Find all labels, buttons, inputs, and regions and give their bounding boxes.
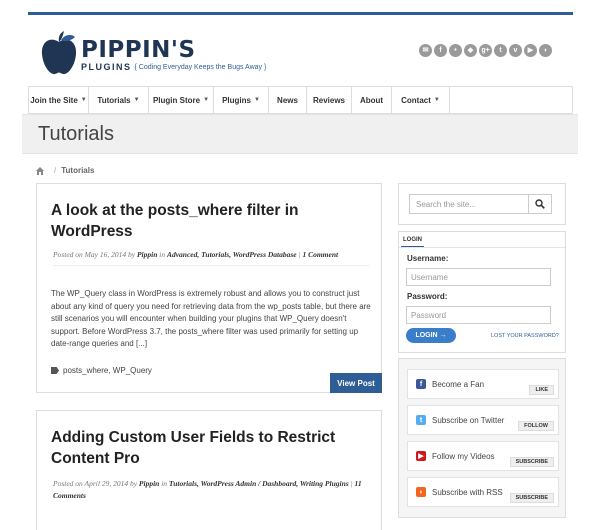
nav-item-label: Plugin Store (152, 95, 201, 105)
post-author[interactable]: Pippin (137, 250, 157, 259)
tab-divider (399, 247, 565, 248)
social-row-text: Subscribe with RSS (432, 488, 503, 497)
post-meta: Posted on May 16, 2014 by Pippin in Adva… (53, 249, 369, 266)
social-action-button[interactable]: LIKE (529, 385, 554, 395)
vimeo-icon[interactable]: v (509, 44, 522, 57)
main-nav: Join the Site ▼ Tutorials ▼ Plugin Store ▼ Plu… (28, 86, 573, 114)
logo-tagline: { Coding Everyday Keeps the Bugs Away } (134, 63, 267, 71)
facebook-icon: f (416, 379, 426, 389)
nav-item-label: About (359, 95, 384, 105)
post-comments[interactable]: 1 Comment (302, 250, 338, 259)
caret-down-icon: ▼ (433, 97, 440, 103)
nav-item-label: Plugins (222, 95, 251, 105)
nav-item-plugins[interactable]: Plugins ▼ (214, 87, 269, 113)
nav-item-plugin-store[interactable]: Plugin Store ▼ (149, 87, 214, 113)
social-widget: f Become a Fan LIKE t Subscribe on Twitter FO… (398, 358, 566, 518)
social-row[interactable]: t Subscribe on Twitter FOLLOW (407, 405, 559, 435)
nav-item-contact[interactable]: Contact ▼ (392, 87, 450, 113)
google-plus-icon[interactable]: g+ (479, 44, 492, 57)
breadcrumb-separator: / (54, 166, 57, 175)
logo-plugins: PLUGINS (81, 62, 132, 72)
search-input[interactable]: Search the site... (409, 194, 529, 214)
youtube-icon[interactable]: ▶ (524, 44, 537, 57)
post-meta: Posted on April 29, 2014 by Pippin in Tu… (53, 479, 362, 500)
page-title: Tutorials (38, 123, 114, 145)
page-title-band: Tutorials (22, 114, 578, 154)
post-title[interactable]: Adding Custom User Fields to Restrict Co… (51, 427, 351, 469)
social-action-button[interactable]: FOLLOW (518, 421, 554, 431)
post-excerpt: The WP_Query class in WordPress is extre… (51, 289, 371, 348)
youtube-icon: ▶ (416, 451, 426, 461)
social-action-button[interactable]: SUBSCRIBE (509, 457, 554, 467)
top-accent-bar (28, 12, 573, 15)
lost-password-link[interactable]: LOST YOUR PASSWORD? (491, 333, 559, 339)
breadcrumb-current: Tutorials (61, 166, 95, 175)
breadcrumb: / Tutorials (36, 166, 94, 175)
github-icon[interactable]: ◆ (464, 44, 477, 57)
post-in: in (159, 250, 166, 259)
post-date: Posted on May 16, 2014 by (53, 250, 136, 259)
twitter-icon[interactable]: t (494, 44, 507, 57)
post-card: Adding Custom User Fields to Restrict Co… (36, 410, 382, 530)
nav-item-tutorials[interactable]: Tutorials ▼ (89, 87, 149, 113)
email-icon[interactable]: ✉ (419, 44, 432, 57)
social-row[interactable]: ▶ Follow my Videos SUBSCRIBE (407, 441, 559, 471)
login-button[interactable]: LOGIN → (406, 328, 456, 343)
social-row[interactable]: f Become a Fan LIKE (407, 369, 559, 399)
post-title[interactable]: A look at the posts_where filter in Word… (51, 200, 351, 242)
social-row[interactable]: ◗ Subscribe with RSS SUBSCRIBE (407, 477, 559, 507)
tag-icon (51, 367, 59, 374)
twitter-icon: t (416, 415, 426, 425)
search-button[interactable] (528, 194, 552, 214)
username-label: Username: (407, 254, 449, 263)
nav-item-label: News (277, 95, 298, 105)
home-icon[interactable] (36, 166, 44, 175)
nav-item-join-the-site[interactable]: Join the Site ▼ (29, 87, 89, 113)
flickr-icon[interactable]: • (449, 44, 462, 57)
view-post-button[interactable]: View Post (330, 373, 382, 393)
caret-down-icon: ▼ (253, 97, 260, 103)
search-widget: Search the site... (398, 183, 566, 225)
post-in: in (161, 479, 168, 488)
caret-down-icon: ▼ (80, 97, 87, 103)
rss-icon: ◗ (416, 487, 426, 497)
search-icon (535, 199, 545, 209)
nav-item-label: Contact (401, 95, 431, 105)
facebook-icon[interactable]: f (434, 44, 447, 57)
nav-item-reviews[interactable]: Reviews (307, 87, 352, 113)
nav-item-label: Reviews (312, 95, 346, 105)
site-logo[interactable]: PIPPIN'S PLUGINS { Coding Everyday Keeps… (40, 24, 266, 76)
nav-item-about[interactable]: About (352, 87, 392, 113)
rss-icon[interactable]: ◗ (539, 44, 552, 57)
social-action-button[interactable]: SUBSCRIBE (509, 493, 554, 503)
login-tab[interactable]: LOGIN (401, 234, 424, 248)
password-label: Password: (407, 292, 448, 301)
social-links: ✉ f • ◆ g+ t v ▶ ◗ (419, 44, 552, 57)
nav-item-label: Tutorials (97, 95, 131, 105)
caret-down-icon: ▼ (203, 97, 210, 103)
post-tags: posts_where, WP_Query (51, 366, 152, 375)
post-tag-list[interactable]: posts_where, WP_Query (63, 366, 152, 375)
social-row-text: Subscribe on Twitter (432, 416, 505, 425)
post-card: A look at the posts_where filter in Word… (36, 183, 382, 393)
social-row-text: Become a Fan (432, 380, 485, 389)
post-date: Posted on April 29, 2014 by (53, 479, 138, 488)
post-categories[interactable]: Advanced, Tutorials, WordPress Database (167, 250, 297, 259)
post-author[interactable]: Pippin (139, 479, 159, 488)
password-input[interactable]: Password (406, 306, 551, 324)
nav-item-label: Join the Site (30, 95, 78, 105)
post-categories[interactable]: Tutorials, WordPress Admin / Dashboard, … (169, 479, 349, 488)
social-row-text: Follow my Videos (432, 452, 495, 461)
apple-logo-icon (40, 30, 78, 76)
logo-name: PIPPIN'S (81, 37, 196, 63)
username-input[interactable]: Username (406, 268, 551, 286)
nav-item-news[interactable]: News (269, 87, 307, 113)
login-widget: LOGIN Username: Username Password: Passw… (398, 231, 566, 353)
caret-down-icon: ▼ (133, 97, 140, 103)
